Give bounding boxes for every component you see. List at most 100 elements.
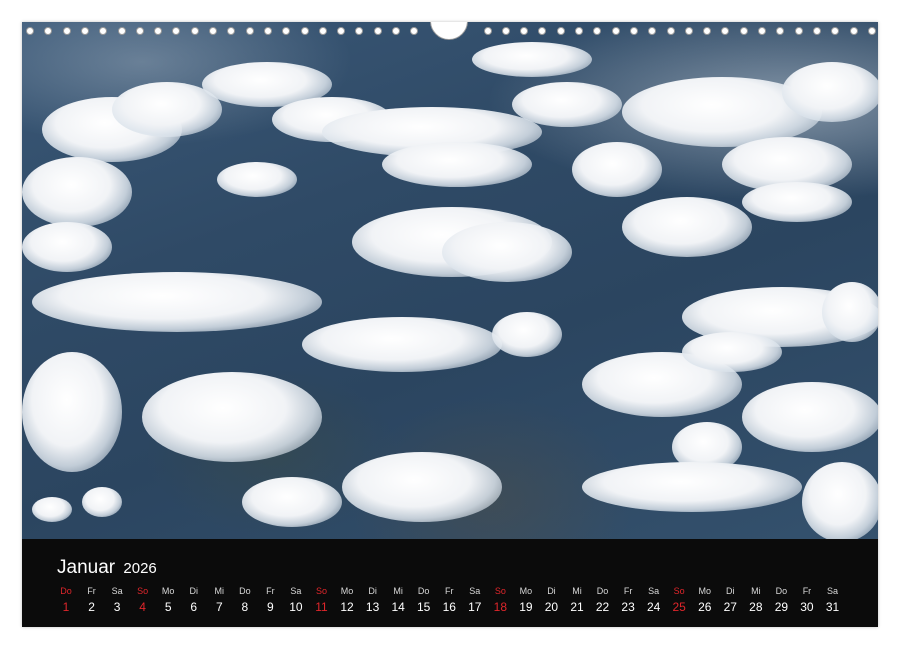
cloud-shape <box>22 352 122 472</box>
cloud-shape <box>32 272 322 332</box>
calendar-page: Januar 2026 Do1Fr2Sa3So4Mo5Di6Mi7Do8Fr9S… <box>22 22 878 627</box>
cloud-shape <box>22 222 112 272</box>
cloud-shape <box>22 157 132 227</box>
weekday-label: Mi <box>564 586 590 596</box>
binding-ring <box>99 27 107 35</box>
day-number: 13 <box>360 600 386 614</box>
cloud-shape <box>82 487 122 517</box>
cloud-shape <box>822 282 878 342</box>
binding-ring <box>282 27 290 35</box>
binding-ring <box>118 27 126 35</box>
cloud-shape <box>682 332 782 372</box>
weekday-label: Do <box>232 586 258 596</box>
day-number: 25 <box>666 600 692 614</box>
binding-ring <box>392 27 400 35</box>
day-number: 1 <box>53 600 79 614</box>
binding-ring <box>355 27 363 35</box>
binding-ring <box>795 27 803 35</box>
cloud-shape <box>302 317 502 372</box>
month-year: 2026 <box>123 560 156 577</box>
weekday-label: Mi <box>743 586 769 596</box>
day-number: 9 <box>257 600 283 614</box>
day-number: 18 <box>487 600 513 614</box>
day-number: 17 <box>462 600 488 614</box>
cloud-shape <box>442 222 572 282</box>
weekday-label: Fr <box>615 586 641 596</box>
weekday-label: Mo <box>334 586 360 596</box>
weekday-label: Fr <box>257 586 283 596</box>
binding-ring <box>319 27 327 35</box>
day-number: 5 <box>155 600 181 614</box>
binding-ring <box>227 27 235 35</box>
day-number: 20 <box>538 600 564 614</box>
weekday-label: Mi <box>206 586 232 596</box>
day-number: 27 <box>717 600 743 614</box>
cloud-shape <box>32 497 72 522</box>
cloud-shape <box>512 82 622 127</box>
binding-ring <box>63 27 71 35</box>
cloud-shape <box>492 312 562 357</box>
day-number: 26 <box>692 600 718 614</box>
weekday-label: Sa <box>104 586 130 596</box>
cloud-photo <box>22 22 878 539</box>
binding-ring <box>374 27 382 35</box>
weekday-label: So <box>666 586 692 596</box>
weekday-label: Mo <box>155 586 181 596</box>
binding-ring <box>191 27 199 35</box>
binding-ring <box>758 27 766 35</box>
binding-ring <box>538 27 546 35</box>
day-number: 29 <box>768 600 794 614</box>
cloud-shape <box>582 462 802 512</box>
cloud-shape <box>217 162 297 197</box>
day-number: 4 <box>130 600 156 614</box>
day-number: 24 <box>641 600 667 614</box>
binding-ring <box>593 27 601 35</box>
day-number: 14 <box>385 600 411 614</box>
cloud-shape <box>242 477 342 527</box>
binding-ring <box>520 27 528 35</box>
weekday-label: Do <box>53 586 79 596</box>
binding-ring <box>612 27 620 35</box>
binding-ring <box>301 27 309 35</box>
binding-ring <box>868 27 876 35</box>
binding-ring <box>410 27 418 35</box>
day-number: 23 <box>615 600 641 614</box>
weekday-label: Fr <box>436 586 462 596</box>
day-number: 30 <box>794 600 820 614</box>
binding-ring <box>685 27 693 35</box>
binding-ring <box>557 27 565 35</box>
cloud-shape <box>342 452 502 522</box>
spiral-binding <box>22 22 878 40</box>
day-number: 11 <box>309 600 335 614</box>
cloud-shape <box>142 372 322 462</box>
binding-ring <box>484 27 492 35</box>
weekday-label: Sa <box>641 586 667 596</box>
cloud-shape <box>572 142 662 197</box>
binding-ring <box>136 27 144 35</box>
binding-ring <box>81 27 89 35</box>
day-number: 7 <box>206 600 232 614</box>
day-number: 31 <box>820 600 846 614</box>
binding-ring <box>172 27 180 35</box>
binding-ring <box>721 27 729 35</box>
weekday-label: Do <box>768 586 794 596</box>
hanger-notch <box>430 22 468 40</box>
day-number: 21 <box>564 600 590 614</box>
binding-ring <box>502 27 510 35</box>
day-number: 8 <box>232 600 258 614</box>
weekday-label: Sa <box>820 586 846 596</box>
binding-ring <box>337 27 345 35</box>
cloud-shape <box>622 197 752 257</box>
binding-ring <box>667 27 675 35</box>
month-name: Januar <box>57 557 115 578</box>
weekday-label: Di <box>360 586 386 596</box>
binding-ring <box>703 27 711 35</box>
binding-ring <box>264 27 272 35</box>
binding-ring <box>831 27 839 35</box>
weekday-label: Do <box>590 586 616 596</box>
day-number: 28 <box>743 600 769 614</box>
day-number: 3 <box>104 600 130 614</box>
day-number: 16 <box>436 600 462 614</box>
weekday-label: Di <box>717 586 743 596</box>
weekday-label: Do <box>411 586 437 596</box>
